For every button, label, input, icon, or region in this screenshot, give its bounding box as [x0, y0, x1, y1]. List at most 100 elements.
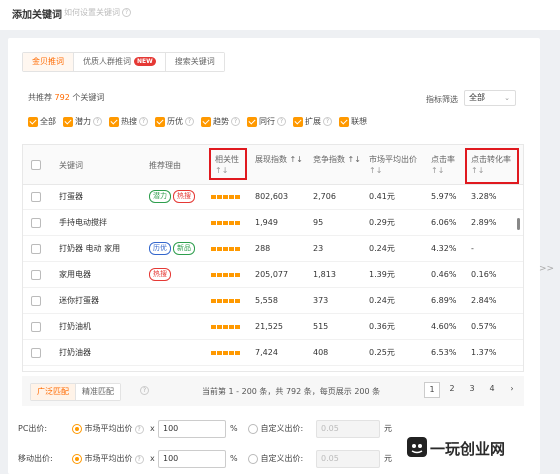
- row-checkbox[interactable]: [31, 348, 41, 358]
- relevance-bar: [229, 324, 234, 329]
- checkbox[interactable]: [293, 116, 303, 127]
- help-icon: ?: [323, 117, 332, 126]
- custom-bid-input[interactable]: 0.05: [316, 420, 380, 438]
- col-impressions[interactable]: 展现指数 ↑↓: [255, 154, 303, 165]
- custom-bid-input[interactable]: 0.05: [316, 450, 380, 468]
- competition-cell: 95: [313, 218, 324, 227]
- expand-arrow-icon[interactable]: >>: [539, 264, 554, 274]
- chevron-down-icon: ⌄: [504, 94, 510, 102]
- row-checkbox[interactable]: [31, 218, 41, 228]
- relevance-bars: [211, 211, 240, 235]
- row-checkbox[interactable]: [31, 322, 41, 332]
- keyword-cell: 手持电动搅拌: [59, 218, 107, 227]
- page-button[interactable]: 4: [484, 382, 500, 398]
- bid-percent-input[interactable]: 100: [158, 420, 226, 438]
- tab-quality-crowd[interactable]: 优质人群推词 NEW: [74, 53, 166, 71]
- tab-search-keyword[interactable]: 搜索关键词: [165, 53, 224, 71]
- ctr-cell: 6.89%: [431, 296, 457, 305]
- checkbox[interactable]: [247, 116, 257, 127]
- cvr-cell: 1.37%: [471, 348, 497, 357]
- match-broad[interactable]: 广泛匹配: [31, 384, 76, 400]
- table-scrollbar[interactable]: [517, 218, 520, 230]
- help-icon: ?: [93, 117, 102, 126]
- col-ctr[interactable]: 点击率 ↑↓: [431, 154, 455, 176]
- keyword-count: 792: [54, 93, 70, 102]
- market-bid-option[interactable]: 市场平均出价?: [72, 450, 144, 468]
- filter-check-item[interactable]: 联想: [339, 116, 367, 127]
- checkbox[interactable]: [339, 116, 349, 127]
- relevance-bar: [229, 298, 234, 303]
- tag-filter-checks: 全部 潜力? 热搜? 历优? 趋势? 同行? 扩展? 联想: [28, 116, 374, 127]
- recommend-summary: 共推荐 792 个关键词: [28, 93, 105, 102]
- checkbox[interactable]: [109, 116, 119, 127]
- radio-custom[interactable]: [248, 423, 258, 434]
- keyword-cell: 打奶器 电动 家用: [59, 244, 121, 253]
- relevance-bar: [223, 350, 228, 355]
- mobile-bid-row: 移动出价: 市场平均出价? x 100% 自定义出价: 0.05 元: [18, 450, 422, 470]
- row-checkbox[interactable]: [31, 270, 41, 280]
- relevance-bar: [229, 350, 234, 355]
- relevance-bar: [217, 324, 222, 329]
- row-checkbox[interactable]: [31, 192, 41, 202]
- page-button[interactable]: 3: [464, 382, 480, 398]
- competition-cell: 1,813: [313, 270, 336, 279]
- checkbox[interactable]: [63, 116, 73, 127]
- filter-check-item[interactable]: 热搜?: [109, 116, 148, 127]
- impressions-cell: 5,558: [255, 296, 278, 305]
- radio-market[interactable]: [72, 453, 82, 464]
- relevance-bars: [211, 289, 240, 313]
- checkbox[interactable]: [201, 116, 211, 127]
- next-page-icon[interactable]: ›: [504, 382, 520, 398]
- help-link[interactable]: 如何设置关键词?: [64, 7, 131, 18]
- radio-custom[interactable]: [248, 453, 258, 464]
- help-icon: ?: [139, 117, 148, 126]
- row-checkbox[interactable]: [31, 244, 41, 254]
- table-row: 打奶油机 21,525 515 0.36元 4.60% 0.57%: [23, 315, 523, 340]
- watermark-text: 一玩创业网: [430, 440, 506, 458]
- filter-check-item[interactable]: 趋势?: [201, 116, 240, 127]
- avg-bid-cell: 0.25元: [369, 348, 395, 357]
- impressions-cell: 205,077: [255, 270, 289, 279]
- relevance-bar: [211, 194, 216, 199]
- filter-check-item[interactable]: 全部: [28, 116, 56, 127]
- page-header: 添加关键词 如何设置关键词?: [0, 0, 560, 30]
- filter-check-item[interactable]: 历优?: [155, 116, 194, 127]
- competition-cell: 408: [313, 348, 329, 357]
- checkbox[interactable]: [155, 116, 165, 127]
- pc-bid-row: PC出价: 市场平均出价? x 100% 自定义出价: 0.05 元: [18, 420, 422, 440]
- relevance-bar: [217, 298, 222, 303]
- bid-percent-input[interactable]: 100: [158, 450, 226, 468]
- row-checkbox[interactable]: [31, 296, 41, 306]
- filter-check-item[interactable]: 潜力?: [63, 116, 102, 127]
- radio-market[interactable]: [72, 423, 82, 434]
- custom-bid-option[interactable]: 自定义出价:: [248, 420, 303, 438]
- filter-check-item[interactable]: 同行?: [247, 116, 286, 127]
- relevance-bar: [235, 272, 240, 277]
- avg-bid-cell: 0.29元: [369, 218, 395, 227]
- filter-check-label: 联想: [351, 117, 367, 126]
- cvr-highlight-box: [465, 148, 519, 184]
- relevance-bar: [211, 272, 216, 277]
- checkbox[interactable]: [28, 116, 38, 127]
- impressions-cell: 7,424: [255, 348, 278, 357]
- relevance-bar: [229, 220, 234, 225]
- col-competition[interactable]: 竞争指数 ↑↓: [313, 154, 361, 165]
- select-all-checkbox[interactable]: [31, 160, 41, 170]
- tab-jinbei[interactable]: 金贝推词: [23, 53, 74, 71]
- filter-check-label: 同行: [259, 117, 275, 126]
- filter-check-item[interactable]: 扩展?: [293, 116, 332, 127]
- page-button[interactable]: 1: [424, 382, 440, 398]
- match-exact[interactable]: 精准匹配: [76, 384, 120, 400]
- relevance-bar: [223, 246, 228, 251]
- custom-bid-option[interactable]: 自定义出价:: [248, 450, 303, 468]
- help-icon: ?: [185, 117, 194, 126]
- reason-tag: 新品: [173, 242, 195, 255]
- market-bid-option[interactable]: 市场平均出价?: [72, 420, 144, 438]
- page-button[interactable]: 2: [444, 382, 460, 398]
- cvr-cell: -: [471, 244, 474, 253]
- table-footer: 广泛匹配 精准匹配 ? 当前第 1 - 200 条，共 792 条，每页展示 2…: [22, 376, 524, 406]
- relevance-bar: [223, 324, 228, 329]
- metric-filter-select[interactable]: 全部 ⌄: [464, 90, 516, 106]
- match-type-tabs: 广泛匹配 精准匹配: [30, 383, 121, 401]
- col-avg-bid[interactable]: 市场平均出价 ↑↓: [369, 154, 417, 176]
